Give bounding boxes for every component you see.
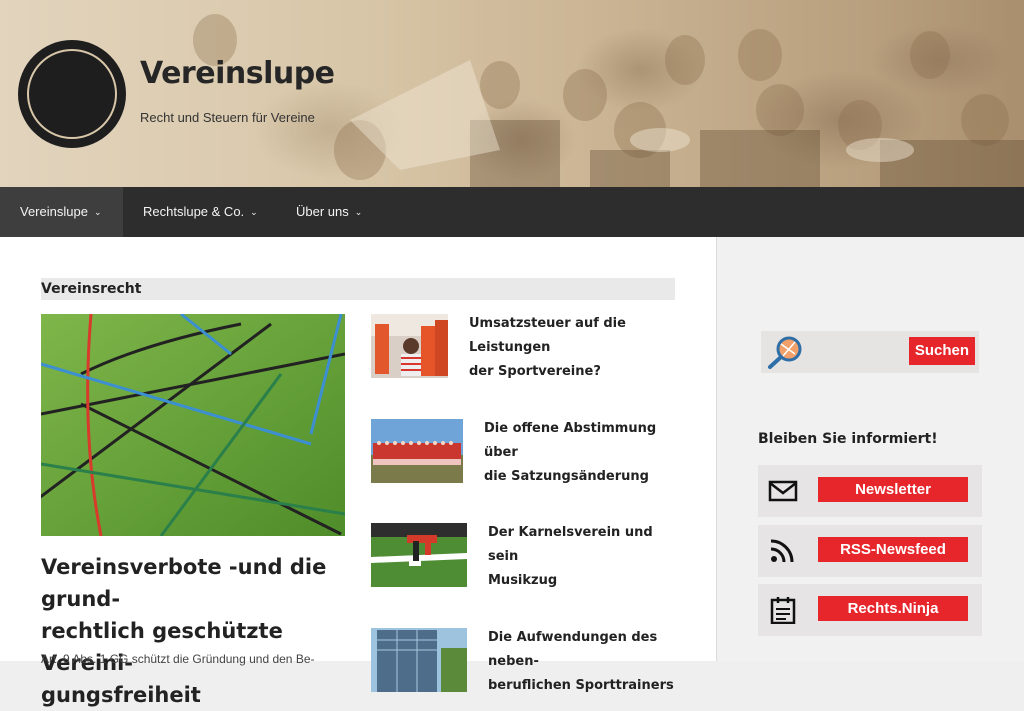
feature-post-image[interactable] [41,314,345,536]
nav-item-ueber-uns[interactable]: Über uns ⌄ [276,187,382,237]
widget-title: Bleiben Sie informiert! [758,431,938,447]
post-thumbnail[interactable] [371,628,467,692]
post-title[interactable]: Die offene Abstimmung über die Satzungsä… [484,417,684,489]
post-title-line: Musikzug [488,573,558,588]
team-photo [371,419,463,483]
nav-item-vereinslupe[interactable]: Vereinslupe ⌄ [0,187,123,237]
post-title-line: beruflichen Sporttrainers [488,678,674,693]
rechts-ninja-link[interactable]: Rechts.Ninja [758,584,982,636]
feature-post-excerpt: Art. 9 Abs. 1 GG schützt die Gründung un… [41,652,315,666]
feature-title-line: rechtlich geschützte Vereini- [41,619,283,675]
rss-icon [770,539,794,563]
search-button[interactable]: Suchen [908,337,975,365]
rechts-ninja-button[interactable]: Rechts.Ninja [818,596,968,621]
chevron-down-icon: ⌄ [93,207,102,217]
site-header: Vereinslupe Recht und Steuern für Verein… [0,0,1024,187]
magnifier-icon [768,336,802,369]
chevron-down-icon: ⌄ [250,207,258,217]
section-heading: Vereinsrecht [41,278,675,300]
post-title-line: Die Aufwendungen des neben- [488,630,658,669]
header-background-image [193,14,1024,187]
nav-item-label: Rechtslupe & Co. [143,204,245,219]
calendar-icon [770,597,796,624]
site-tagline: Recht und Steuern für Vereine [140,110,315,125]
post-title-line: Umsatzsteuer auf die Leistungen [469,316,626,355]
post-title-line: die Satzungsänderung [484,469,649,484]
soccer-player-photo [371,523,467,587]
post-title-line: Die offene Abstimmung über [484,421,657,460]
newsletter-button[interactable]: Newsletter [818,477,968,502]
feature-title-line: Vereinsverbote -und die grund- [41,555,327,611]
nav-item-label: Vereinslupe [20,204,88,219]
site-logo[interactable] [16,38,128,150]
post-thumbnail[interactable] [371,314,448,378]
sports-floor-photo [41,314,345,536]
post-title-line: der Sportvereine? [469,364,601,379]
main-navigation: Vereinslupe ⌄ Rechtslupe & Co. ⌄ Über uns ⌄ [0,187,1024,237]
post-thumbnail[interactable] [371,523,467,587]
rss-button[interactable]: RSS-Newsfeed [818,537,968,562]
sidebar: Suchen Bleiben Sie informiert! Newslette… [716,237,1024,661]
post-title[interactable]: Die Aufwendungen des neben- beruflichen … [488,626,688,698]
cheerleaders-photo [371,314,448,378]
search-widget[interactable]: Suchen [761,331,979,373]
feature-title-line: gungsfreiheit [41,683,201,707]
mail-icon [768,480,798,502]
nav-item-label: Über uns [296,204,349,219]
feature-post-title[interactable]: Vereinsverbote -und die grund- rechtlich… [41,551,341,711]
post-thumbnail[interactable] [371,419,463,483]
site-title[interactable]: Vereinslupe [140,56,335,91]
newsletter-link[interactable]: Newsletter [758,465,982,517]
section-title[interactable]: Vereinsrecht [41,281,141,297]
post-title[interactable]: Der Karnelsverein und sein Musikzug [488,521,678,593]
main-content: Vereinsrecht Vereinsverbote -und die gru… [0,237,716,707]
chevron-down-icon: ⌄ [354,207,363,217]
post-title-line: Der Karnelsverein und sein [488,525,653,564]
post-title[interactable]: Umsatzsteuer auf die Leistungen der Spor… [469,312,679,384]
rss-link[interactable]: RSS-Newsfeed [758,525,982,577]
nav-item-rechtslupe[interactable]: Rechtslupe & Co. ⌄ [123,187,278,237]
office-building-photo [371,628,467,692]
